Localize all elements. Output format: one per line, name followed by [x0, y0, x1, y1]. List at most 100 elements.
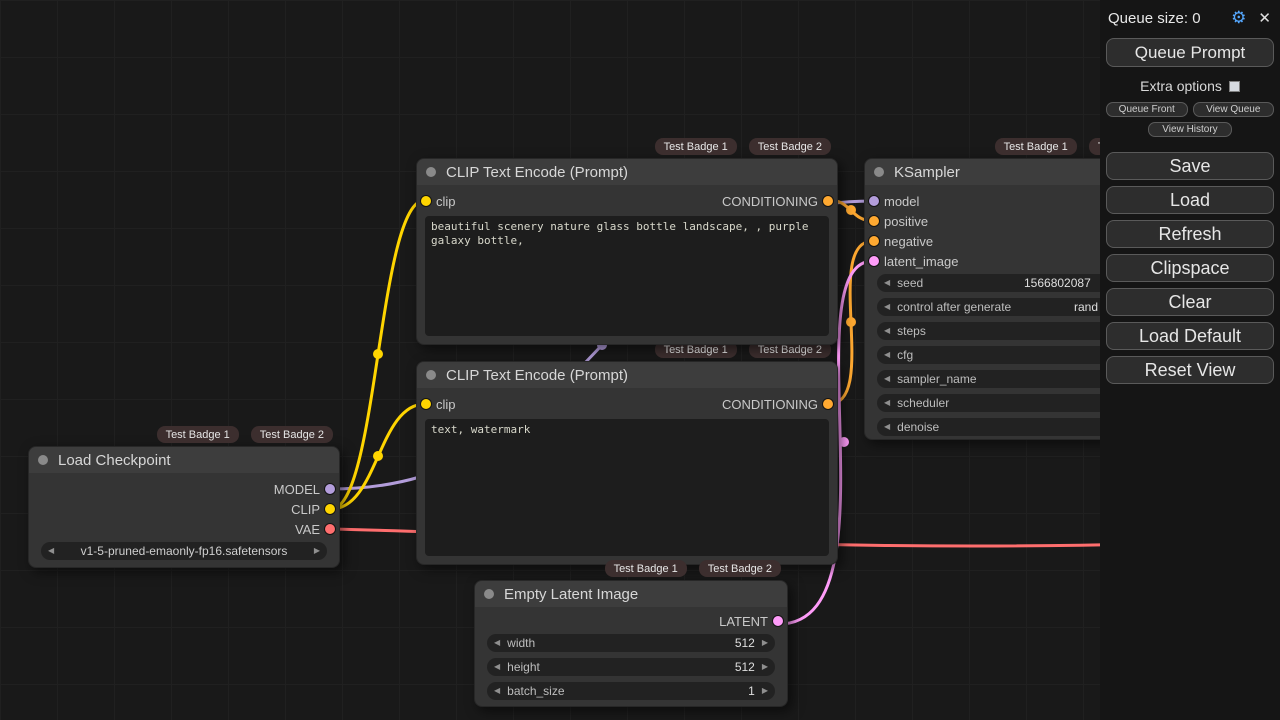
increment-icon[interactable]: ▶ — [762, 639, 768, 647]
negative-input-port[interactable] — [869, 236, 879, 246]
positive-input-port[interactable] — [869, 216, 879, 226]
wire-dot-positive — [846, 205, 856, 215]
latent-output-port[interactable] — [773, 616, 783, 626]
widget-label: steps — [897, 324, 926, 338]
view-history-button[interactable]: View History — [1148, 122, 1232, 137]
wire-dot-clip-positive — [373, 349, 383, 359]
model-input-port[interactable] — [869, 196, 879, 206]
wire-dot-clip-negative — [373, 451, 383, 461]
decrement-icon[interactable]: ◀ — [884, 303, 890, 311]
wire-clip-positive — [331, 200, 425, 509]
node-clip-text-encode-positive[interactable]: Test Badge 1 Test Badge 2 CLIP Text Enco… — [416, 158, 838, 345]
queue-prompt-button[interactable]: Queue Prompt — [1106, 38, 1274, 67]
widget-batch-size[interactable]: ◀ batch_size 1 ▶ — [487, 682, 775, 700]
input-label-clip: clip — [436, 397, 456, 412]
widget-value: rand — [1074, 300, 1098, 314]
node-title: CLIP Text Encode (Prompt) — [446, 164, 628, 181]
clip-output-port[interactable] — [325, 504, 335, 514]
combo-prev-icon[interactable]: ◀ — [48, 547, 54, 555]
conditioning-output-port[interactable] — [823, 196, 833, 206]
wire-dot-negative — [846, 317, 856, 327]
widget-label: width — [507, 636, 535, 650]
node-header[interactable]: Load Checkpoint — [29, 447, 339, 473]
widget-height[interactable]: ◀ height 512 ▶ — [487, 658, 775, 676]
settings-gear-icon[interactable]: ⚙ — [1231, 8, 1246, 28]
input-label-positive: positive — [884, 214, 928, 229]
widget-label: seed — [897, 276, 923, 290]
model-output-port[interactable] — [325, 484, 335, 494]
output-label-model: MODEL — [274, 482, 320, 497]
output-label-clip: CLIP — [291, 502, 320, 517]
conditioning-output-port[interactable] — [823, 399, 833, 409]
load-default-button[interactable]: Load Default — [1106, 322, 1274, 350]
test-badge-1: Test Badge 1 — [605, 560, 687, 577]
decrement-icon[interactable]: ◀ — [884, 423, 890, 431]
decrement-icon[interactable]: ◀ — [494, 687, 500, 695]
input-label-model: model — [884, 194, 919, 209]
latent-image-input-port[interactable] — [869, 256, 879, 266]
combo-next-icon[interactable]: ▶ — [314, 547, 320, 555]
widget-width[interactable]: ◀ width 512 ▶ — [487, 634, 775, 652]
node-clip-text-encode-negative[interactable]: Test Badge 1 Test Badge 2 CLIP Text Enco… — [416, 361, 838, 565]
widget-label: cfg — [897, 348, 913, 362]
decrement-icon[interactable]: ◀ — [494, 663, 500, 671]
reset-view-button[interactable]: Reset View — [1106, 356, 1274, 384]
decrement-icon[interactable]: ◀ — [884, 351, 890, 359]
node-title: Load Checkpoint — [58, 452, 171, 469]
prompt-textarea[interactable]: beautiful scenery nature glass bottle la… — [425, 216, 829, 336]
decrement-icon[interactable]: ◀ — [884, 327, 890, 335]
node-header[interactable]: CLIP Text Encode (Prompt) — [417, 159, 837, 185]
increment-icon[interactable]: ▶ — [762, 663, 768, 671]
clipspace-button[interactable]: Clipspace — [1106, 254, 1274, 282]
clip-input-port[interactable] — [421, 196, 431, 206]
load-button[interactable]: Load — [1106, 186, 1274, 214]
prompt-textarea[interactable]: text, watermark — [425, 419, 829, 556]
widget-label: sampler_name — [897, 372, 976, 386]
increment-icon[interactable]: ▶ — [762, 687, 768, 695]
collapse-dot[interactable] — [874, 167, 884, 177]
save-button[interactable]: Save — [1106, 152, 1274, 180]
collapse-dot[interactable] — [426, 370, 436, 380]
vae-output-port[interactable] — [325, 524, 335, 534]
refresh-button[interactable]: Refresh — [1106, 220, 1274, 248]
extra-options-checkbox[interactable] — [1229, 81, 1240, 92]
input-label-clip: clip — [436, 194, 456, 209]
output-label-vae: VAE — [295, 522, 320, 537]
node-header[interactable]: CLIP Text Encode (Prompt) — [417, 362, 837, 388]
wire-dot-latent — [839, 437, 849, 447]
ckpt-name-combo-widget[interactable]: ◀ v1-5-pruned-emaonly-fp16.safetensors ▶ — [41, 542, 327, 560]
close-menu-icon[interactable]: ✕ — [1258, 9, 1271, 27]
graph-canvas[interactable]: Test Badge 1 Test Badge 2 Load Checkpoin… — [0, 0, 1280, 720]
slot-row-clip-conditioning: clip CONDITIONING — [417, 394, 837, 414]
node-header[interactable]: Empty Latent Image — [475, 581, 787, 607]
collapse-dot[interactable] — [38, 455, 48, 465]
badge-row: Test Badge 1 Test Badge 2 — [605, 560, 781, 577]
collapse-dot[interactable] — [426, 167, 436, 177]
combo-prev-icon[interactable]: ◀ — [884, 375, 890, 383]
input-label-negative: negative — [884, 234, 933, 249]
output-label-latent: LATENT — [719, 614, 768, 629]
test-badge-1: Test Badge 1 — [655, 138, 737, 155]
widget-label: height — [507, 660, 540, 674]
widget-value: 1 — [748, 684, 755, 698]
badge-row: Test Badge 1 Test Badge 2 — [157, 426, 333, 443]
wire-clip-negative — [331, 404, 425, 509]
node-title: Empty Latent Image — [504, 586, 638, 603]
widget-label: control after generate — [897, 300, 1011, 314]
input-label-latent-image: latent_image — [884, 254, 958, 269]
collapse-dot[interactable] — [484, 589, 494, 599]
clip-input-port[interactable] — [421, 399, 431, 409]
node-empty-latent-image[interactable]: Test Badge 1 Test Badge 2 Empty Latent I… — [474, 580, 788, 707]
extra-options-label: Extra options — [1140, 78, 1222, 94]
combo-prev-icon[interactable]: ◀ — [884, 399, 890, 407]
decrement-icon[interactable]: ◀ — [494, 639, 500, 647]
output-label-conditioning: CONDITIONING — [722, 194, 818, 209]
queue-front-button[interactable]: Queue Front — [1106, 102, 1188, 117]
slot-row-clip-conditioning: clip CONDITIONING — [417, 191, 837, 211]
badge-row: Test Badge 1 Test Badge 2 — [655, 138, 831, 155]
clear-button[interactable]: Clear — [1106, 288, 1274, 316]
decrement-icon[interactable]: ◀ — [884, 279, 890, 287]
node-load-checkpoint[interactable]: Test Badge 1 Test Badge 2 Load Checkpoin… — [28, 446, 340, 568]
node-title: CLIP Text Encode (Prompt) — [446, 367, 628, 384]
view-queue-button[interactable]: View Queue — [1193, 102, 1275, 117]
